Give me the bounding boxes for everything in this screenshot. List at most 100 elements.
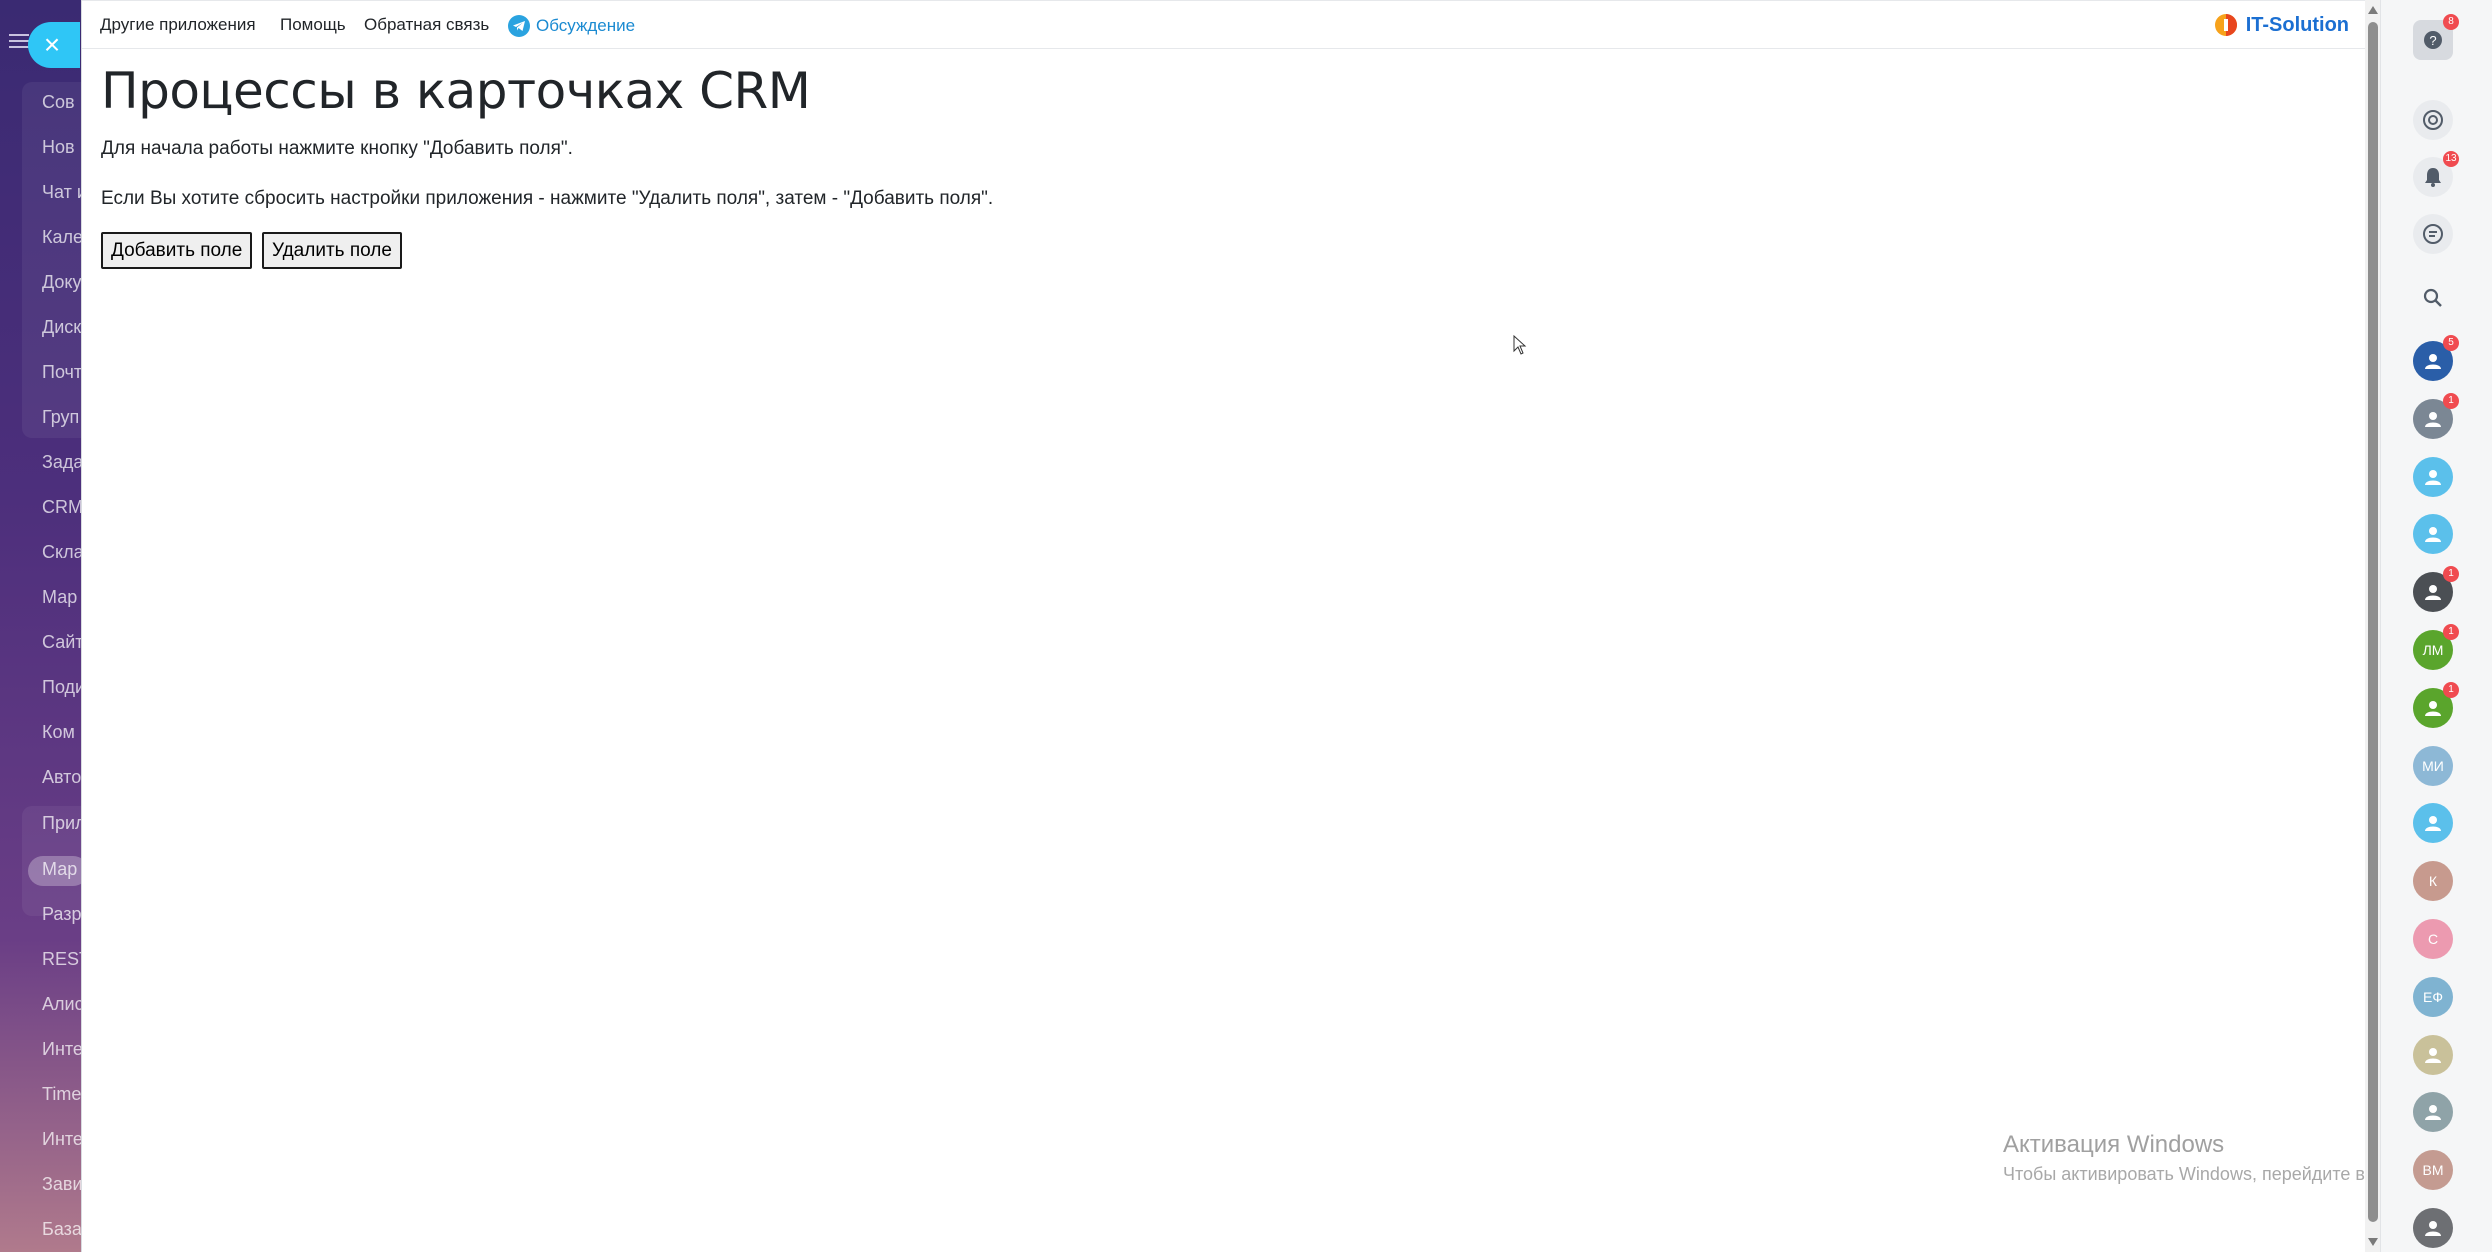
vertical-scrollbar[interactable] xyxy=(2365,0,2381,1252)
sidebar-item[interactable]: База xyxy=(42,1219,81,1240)
sidebar-item[interactable]: Диск xyxy=(42,317,81,338)
chat-avatar[interactable] xyxy=(2413,457,2453,497)
chat-avatar[interactable]: 1 xyxy=(2413,566,2459,612)
sidebar-item[interactable]: Поди xyxy=(42,677,81,698)
sidebar-item[interactable]: Прил xyxy=(42,813,81,834)
sidebar-item[interactable]: Разр xyxy=(42,904,81,925)
chat-avatar[interactable]: С xyxy=(2413,919,2453,959)
mouse-cursor-icon xyxy=(1513,335,1527,355)
nav-other-apps[interactable]: Другие приложения xyxy=(100,15,256,35)
sidebar-item[interactable]: Сайт xyxy=(42,632,81,653)
help-button[interactable]: ? 8 xyxy=(2413,14,2459,60)
chat-badge: 1 xyxy=(2443,566,2459,582)
user-icon xyxy=(2425,1105,2441,1120)
user-icon xyxy=(2425,354,2441,369)
help-badge: 8 xyxy=(2443,14,2459,30)
avatar-initials: С xyxy=(2427,931,2439,947)
avatar-initials: ЕФ xyxy=(2423,989,2443,1005)
chat-badge: 1 xyxy=(2443,393,2459,409)
user-icon xyxy=(2425,585,2441,600)
chat-avatar[interactable]: ЛМ 1 xyxy=(2413,624,2459,670)
chat-avatar[interactable]: МИ xyxy=(2413,746,2453,786)
sidebar-item[interactable]: Скла xyxy=(42,542,81,563)
chat-icon xyxy=(2423,224,2443,244)
sidebar-item[interactable]: Зави xyxy=(42,1174,81,1195)
svg-text:?: ? xyxy=(2429,33,2436,48)
chat-avatar[interactable] xyxy=(2413,1035,2453,1075)
target-icon xyxy=(2423,110,2443,130)
sidebar-item[interactable]: REST xyxy=(42,949,81,970)
chat-avatar[interactable]: 5 xyxy=(2413,335,2459,381)
chat-avatar[interactable]: 1 xyxy=(2413,682,2459,728)
avatar-initials: МИ xyxy=(2422,758,2444,774)
left-sidebar: Сов Нов Чат и Кале Доку Диск Почт Груп З… xyxy=(0,0,81,1252)
brand-logo[interactable]: IT-Solution xyxy=(2214,13,2349,37)
sidebar-item[interactable]: Почт xyxy=(42,362,81,383)
sidebar-group xyxy=(22,82,81,438)
sidebar-item[interactable]: Доку xyxy=(42,272,81,293)
menu-icon[interactable] xyxy=(9,34,29,50)
sidebar-item[interactable]: Сов xyxy=(42,92,75,113)
sidebar-item[interactable]: CRM xyxy=(42,497,81,518)
top-nav: Другие приложения Помощь Обратная связь … xyxy=(82,0,2381,49)
chat-badge: 5 xyxy=(2443,335,2459,351)
brand-name: IT-Solution xyxy=(2245,13,2349,36)
avatar-initials: ЛМ xyxy=(2422,642,2444,658)
chat-badge: 1 xyxy=(2443,682,2459,698)
chat-avatar[interactable]: 1 xyxy=(2413,393,2459,439)
chat-avatar[interactable]: ЕФ xyxy=(2413,977,2453,1017)
sidebar-item[interactable]: Нов xyxy=(42,137,75,158)
sidebar-item[interactable]: Зада xyxy=(42,452,81,473)
scroll-up-arrow-icon[interactable] xyxy=(2368,6,2378,14)
sidebar-item[interactable]: Чат и xyxy=(42,182,81,203)
sidebar-item[interactable]: Мар xyxy=(42,587,77,608)
search-button[interactable] xyxy=(2413,278,2453,318)
nav-discussion[interactable]: Обсуждение xyxy=(508,14,635,38)
sidebar-item[interactable]: Авто xyxy=(42,767,81,788)
right-panel: ? 8 13 5 1 1 ЛМ 1 1 МИ К С ЕФ ВМ xyxy=(2380,0,2492,1252)
chat-avatar[interactable] xyxy=(2413,1208,2453,1248)
add-field-button[interactable]: Добавить поле xyxy=(101,232,253,269)
activity-button[interactable] xyxy=(2413,100,2453,140)
scroll-thumb[interactable] xyxy=(2368,22,2378,1222)
sidebar-item[interactable]: Time xyxy=(42,1084,81,1105)
bell-icon xyxy=(2425,168,2441,187)
notifications-badge: 13 xyxy=(2443,151,2459,167)
telegram-icon xyxy=(508,15,530,37)
user-icon xyxy=(2425,1221,2441,1236)
sidebar-item[interactable]: Инте xyxy=(42,1129,81,1150)
chat-list-button[interactable] xyxy=(2413,214,2453,254)
sidebar-item[interactable]: Груп xyxy=(42,407,79,428)
windows-activation-title: Активация Windows xyxy=(2003,1131,2225,1158)
nav-discussion-label: Обсуждение xyxy=(536,16,636,35)
search-icon xyxy=(2423,288,2442,307)
sidebar-item[interactable]: Кале xyxy=(42,227,81,248)
chat-avatar[interactable]: ВМ xyxy=(2413,1150,2453,1190)
user-icon xyxy=(2425,527,2441,542)
delete-field-button[interactable]: Удалить поле xyxy=(262,232,402,269)
nav-feedback[interactable]: Обратная связь xyxy=(364,15,489,35)
notifications-button[interactable]: 13 xyxy=(2413,151,2459,197)
question-icon: ? xyxy=(2424,31,2442,49)
chat-avatar[interactable] xyxy=(2413,514,2453,554)
scroll-down-arrow-icon[interactable] xyxy=(2368,1238,2378,1246)
app-slider: Другие приложения Помощь Обратная связь … xyxy=(81,0,2492,1252)
sidebar-item[interactable]: Мар xyxy=(42,859,77,880)
user-icon xyxy=(2425,412,2441,427)
chat-badge: 1 xyxy=(2443,624,2459,640)
user-icon xyxy=(2425,1048,2441,1063)
nav-help[interactable]: Помощь xyxy=(280,15,346,35)
user-icon xyxy=(2425,816,2441,831)
chat-avatar[interactable]: К xyxy=(2413,861,2453,901)
user-icon xyxy=(2425,701,2441,716)
sidebar-item[interactable]: Инте xyxy=(42,1039,81,1060)
chat-avatar[interactable] xyxy=(2413,1092,2453,1132)
sidebar-item[interactable]: Алис xyxy=(42,994,81,1015)
user-icon xyxy=(2425,470,2441,485)
page-title: Процессы в карточках CRM xyxy=(101,62,811,120)
sidebar-item[interactable]: Ком xyxy=(42,722,75,743)
close-slider-button[interactable]: × xyxy=(28,22,80,68)
avatar-initials: К xyxy=(2428,873,2438,889)
intro-text: Для начала работы нажмите кнопку "Добави… xyxy=(101,138,573,159)
chat-avatar[interactable] xyxy=(2413,803,2453,843)
